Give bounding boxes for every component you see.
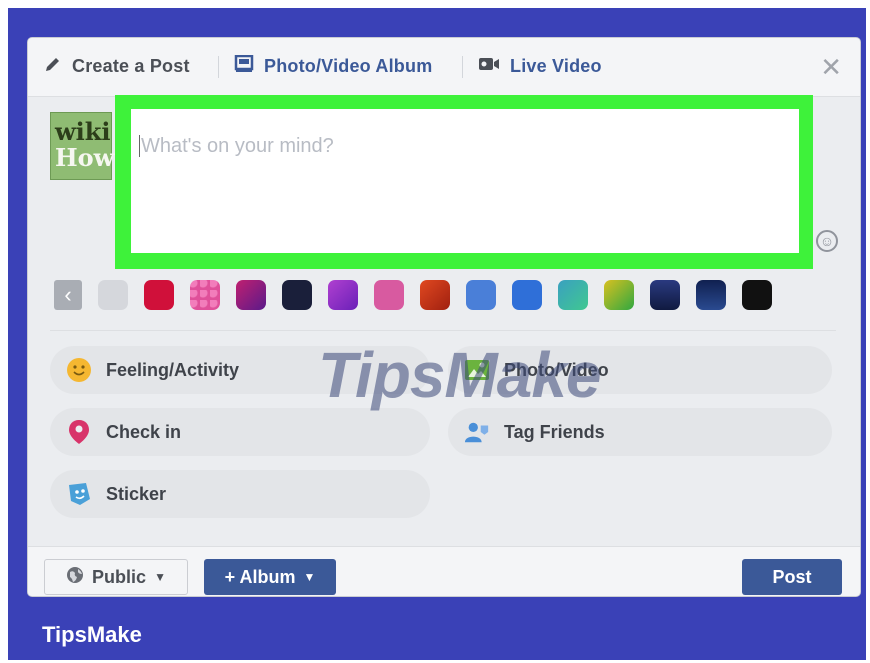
avatar-text: How: [55, 143, 115, 172]
avatar-text: wiki: [55, 117, 111, 146]
emoji-icon[interactable]: ☺: [816, 230, 838, 252]
tab-photo-video-album[interactable]: Photo/Video Album: [234, 54, 432, 78]
album-icon: [234, 54, 254, 78]
background-swatch[interactable]: [558, 280, 588, 310]
dialog-footer: Public ▼ + Album ▼ Post: [28, 546, 860, 596]
tab-live-video[interactable]: Live Video: [478, 54, 602, 78]
chevron-left-icon[interactable]: ‹: [54, 280, 82, 310]
background-swatch[interactable]: [742, 280, 772, 310]
sticker-icon: [66, 481, 92, 507]
background-swatch[interactable]: [144, 280, 174, 310]
background-swatch[interactable]: [420, 280, 450, 310]
action-label: Check in: [106, 421, 182, 442]
tag-friends-icon: [464, 419, 490, 445]
add-album-button[interactable]: + Album ▼: [204, 559, 336, 595]
globe-icon: [66, 566, 84, 589]
pencil-icon: [44, 55, 62, 78]
status-input[interactable]: What's on your mind?: [131, 109, 799, 253]
background-swatch[interactable]: [696, 280, 726, 310]
smiley-icon: [66, 357, 92, 383]
section-divider: [50, 330, 836, 331]
check-in-button[interactable]: Check in: [50, 408, 430, 456]
tag-friends-button[interactable]: Tag Friends: [448, 408, 832, 456]
dialog-header: Create a Post Photo/Video Album Live Vid…: [28, 38, 860, 97]
action-label: Feeling/Activity: [106, 359, 240, 380]
chevron-down-icon: ▼: [303, 570, 316, 584]
tab-label: Photo/Video Album: [264, 55, 433, 76]
create-post-dialog: Create a Post Photo/Video Album Live Vid…: [28, 38, 860, 596]
privacy-selector[interactable]: Public ▼: [44, 559, 188, 595]
background-swatch[interactable]: [190, 280, 220, 310]
background-swatch[interactable]: [374, 280, 404, 310]
background-swatch[interactable]: [604, 280, 634, 310]
album-button-label: + Album: [224, 566, 296, 587]
post-button[interactable]: Post: [742, 559, 842, 595]
tab-divider: [462, 56, 463, 78]
tab-label: Live Video: [510, 55, 602, 76]
privacy-label: Public: [92, 566, 147, 587]
background-swatch[interactable]: [236, 280, 266, 310]
background-swatch[interactable]: [466, 280, 496, 310]
background-swatch[interactable]: [98, 280, 128, 310]
chevron-down-icon: ▼: [154, 570, 166, 584]
background-swatch[interactable]: [328, 280, 358, 310]
background-swatch[interactable]: [512, 280, 542, 310]
composer-highlight: What's on your mind?: [115, 95, 813, 269]
background-swatch[interactable]: [650, 280, 680, 310]
tab-divider: [218, 56, 219, 78]
brand-logo: TipsMake: [42, 622, 142, 647]
location-pin-icon: [66, 419, 92, 445]
text-caret: [139, 135, 140, 157]
action-label: Tag Friends: [504, 421, 605, 442]
background-swatch[interactable]: [282, 280, 312, 310]
video-camera-icon: [478, 56, 500, 77]
avatar: wiki How: [50, 112, 115, 180]
close-icon[interactable]: ✕: [820, 52, 842, 83]
sticker-button[interactable]: Sticker: [50, 470, 430, 518]
tab-create-a-post[interactable]: Create a Post: [44, 54, 190, 78]
tab-label: Create a Post: [72, 55, 190, 76]
watermark: TipsMake: [318, 339, 601, 411]
action-label: Sticker: [106, 483, 167, 504]
post-button-label: Post: [772, 566, 812, 587]
status-placeholder: What's on your mind?: [141, 135, 334, 157]
